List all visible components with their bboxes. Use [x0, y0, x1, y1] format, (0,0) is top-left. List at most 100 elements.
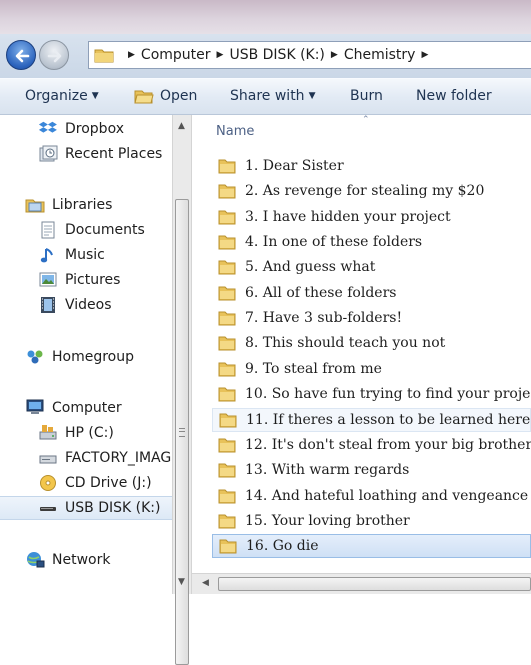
folder-row[interactable]: 11. If theres a lesson to be learned her…	[212, 407, 531, 432]
navigation-pane: Dropbox Recent Places Libraries Document…	[0, 115, 172, 594]
drive-icon	[39, 455, 57, 464]
chevron-down-icon: ▼	[308, 91, 316, 101]
nav-item-recent-places[interactable]: Recent Places	[0, 142, 172, 166]
scrollbar-thumb[interactable]	[175, 199, 189, 665]
recent-places-icon	[39, 145, 58, 162]
nav-item-videos[interactable]: Videos	[0, 293, 172, 317]
nav-item-dropbox[interactable]: Dropbox	[0, 117, 172, 141]
folder-row[interactable]: 6. All of these folders	[212, 281, 531, 305]
share-with-label: Share with	[230, 88, 305, 104]
folder-name: 4. In one of these folders	[245, 234, 423, 251]
folder-icon	[218, 489, 236, 504]
folder-icon	[218, 286, 236, 301]
folder-row[interactable]: 3. I have hidden your project	[212, 205, 531, 229]
nav-item-network[interactable]: Network	[0, 548, 172, 572]
back-button[interactable]	[6, 40, 36, 70]
homegroup-icon	[27, 350, 43, 364]
folder-row[interactable]: 2. As revenge for stealing my $20	[212, 179, 531, 203]
cd-drive-icon	[40, 475, 56, 491]
nav-item-label: USB DISK (K:)	[65, 500, 161, 516]
scrollbar-thumb[interactable]	[218, 577, 531, 591]
nav-item-music[interactable]: Music	[0, 243, 172, 267]
folder-name: 5. And guess what	[245, 259, 376, 276]
forward-button[interactable]	[39, 40, 69, 70]
navigation-scrollbar[interactable]: ▲ ▼	[172, 115, 192, 665]
nav-item-label: HP (C:)	[65, 425, 114, 441]
nav-item-label: Libraries	[52, 197, 113, 213]
nav-item-pictures[interactable]: Pictures	[0, 268, 172, 292]
nav-item-documents[interactable]: Documents	[0, 218, 172, 242]
arrow-left-icon	[15, 49, 30, 63]
nav-item-label: Computer	[52, 400, 122, 416]
folder-row[interactable]: 12. It's don't steal from your big broth…	[212, 433, 531, 457]
file-list-pane: ⌃ Name 1. Dear Sister 2. As revenge for s…	[192, 115, 531, 594]
libraries-icon	[25, 199, 45, 213]
column-header-name[interactable]: Name	[216, 124, 254, 139]
nav-item-label: Dropbox	[65, 121, 124, 137]
breadcrumb-computer[interactable]: Computer	[141, 47, 211, 63]
folder-row[interactable]: 4. In one of these folders	[212, 230, 531, 254]
new-folder-button[interactable]: New folder	[416, 88, 492, 104]
folder-icon	[218, 336, 236, 351]
folder-icon	[218, 387, 236, 402]
nav-item-label: Recent Places	[65, 146, 163, 162]
folder-row[interactable]: 9. To steal from me	[212, 357, 531, 381]
breadcrumb-chemistry[interactable]: Chemistry	[344, 47, 416, 63]
folder-row[interactable]: 10. So have fun trying to find your proj…	[212, 382, 531, 406]
organize-button[interactable]: Organize ▼	[25, 88, 99, 104]
horizontal-scrollbar[interactable]: ◀	[192, 573, 531, 594]
videos-icon	[41, 297, 55, 313]
sort-ascending-icon: ⌃	[362, 115, 370, 125]
folder-row[interactable]: 15. Your loving brother	[212, 509, 531, 533]
chevron-down-icon: ▼	[91, 91, 99, 101]
scroll-up-arrow-icon[interactable]: ▲	[178, 121, 185, 131]
folder-icon	[218, 463, 236, 478]
folder-row[interactable]: 5. And guess what	[212, 255, 531, 279]
folder-icon	[94, 49, 114, 63]
folder-row[interactable]: 8. This should teach you not	[212, 331, 531, 355]
nav-item-usb-disk[interactable]: USB DISK (K:)	[0, 496, 172, 520]
folder-name: 12. It's don't steal from your big broth…	[245, 436, 531, 453]
nav-item-cd-drive[interactable]: CD Drive (J:)	[0, 471, 172, 495]
music-icon	[40, 248, 53, 263]
nav-item-hp-c[interactable]: HP (C:)	[0, 421, 172, 445]
folder-name: 2. As revenge for stealing my $20	[245, 183, 485, 200]
folder-row[interactable]: 1. Dear Sister	[212, 154, 531, 178]
folder-icon	[218, 362, 236, 377]
nav-item-label: Network	[52, 552, 111, 568]
scroll-down-arrow-icon[interactable]: ▼	[178, 577, 185, 587]
scroll-left-arrow-icon[interactable]: ◀	[202, 578, 209, 588]
nav-item-label: Music	[65, 247, 105, 263]
nav-item-label: Documents	[65, 222, 145, 238]
nav-item-label: Homegroup	[52, 349, 135, 365]
documents-icon	[41, 221, 55, 239]
folder-row[interactable]: 13. With warm regards	[212, 458, 531, 482]
folder-icon	[218, 260, 236, 275]
nav-item-computer[interactable]: Computer	[0, 396, 172, 420]
folder-row[interactable]: 16. Go die	[212, 534, 531, 559]
share-with-button[interactable]: Share with ▼	[230, 88, 315, 104]
folder-name: 15. Your loving brother	[245, 512, 410, 529]
chevron-right-icon[interactable]: ▶	[421, 50, 428, 60]
folder-name: 11. If theres a lesson to be learned her…	[246, 411, 531, 428]
chevron-right-icon[interactable]: ▶	[217, 50, 224, 60]
folder-row[interactable]: 14. And hateful loathing and vengeance	[212, 484, 531, 508]
breadcrumb-usb-disk[interactable]: USB DISK (K:)	[229, 47, 324, 63]
folder-name: 3. I have hidden your project	[245, 208, 451, 225]
hard-drive-icon	[39, 425, 57, 440]
chevron-right-icon[interactable]: ▶	[331, 50, 338, 60]
chevron-right-icon[interactable]: ▶	[128, 50, 135, 60]
folder-icon	[218, 210, 236, 225]
address-bar[interactable]: ▶ Computer ▶ USB DISK (K:) ▶ Chemistry ▶	[88, 41, 531, 69]
open-button[interactable]: Open	[134, 88, 197, 104]
open-folder-icon	[134, 90, 154, 104]
folder-row[interactable]: 7. Have 3 sub-folders!	[212, 306, 531, 330]
computer-icon	[26, 399, 44, 414]
nav-item-factory-image[interactable]: FACTORY_IMAGE	[0, 446, 172, 470]
folder-name: 7. Have 3 sub-folders!	[245, 310, 403, 327]
folder-icon	[218, 235, 236, 250]
nav-item-homegroup[interactable]: Homegroup	[0, 345, 172, 369]
folder-name: 14. And hateful loathing and vengeance	[245, 487, 529, 504]
nav-item-libraries[interactable]: Libraries	[0, 193, 172, 217]
burn-button[interactable]: Burn	[350, 88, 383, 104]
